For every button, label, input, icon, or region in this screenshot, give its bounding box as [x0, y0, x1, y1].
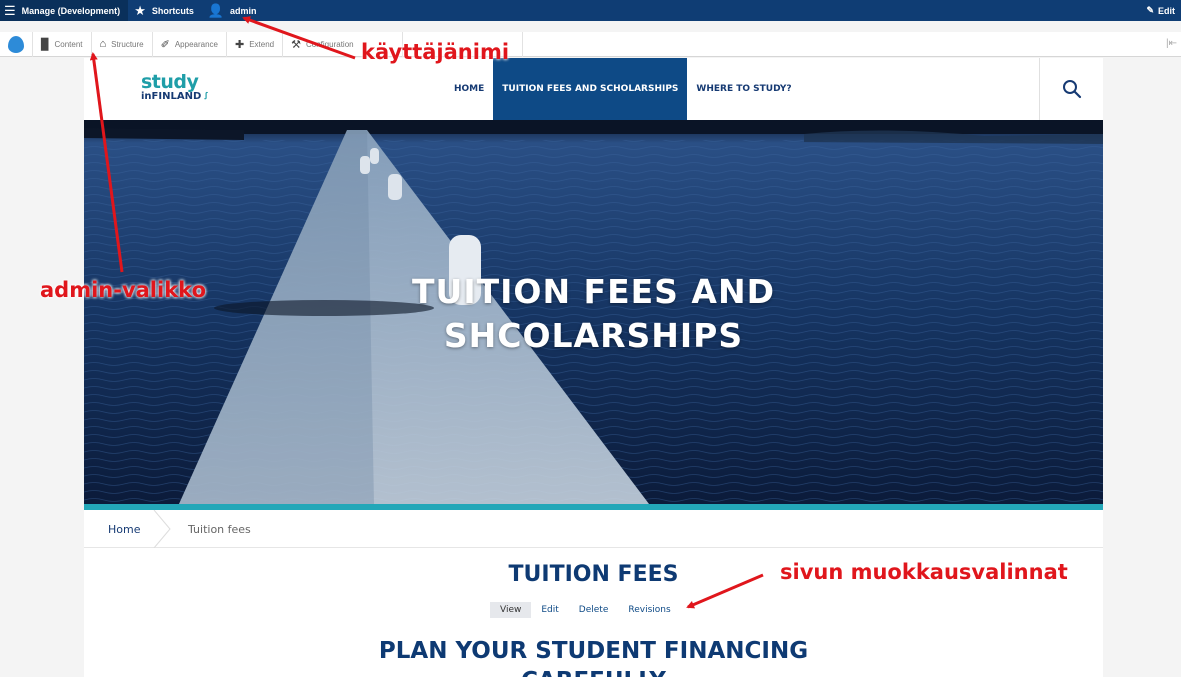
tray-item-label: Content	[54, 39, 83, 49]
edit-toggle-button[interactable]: ✎ Edit	[1146, 0, 1175, 21]
nav-item-where-to-study[interactable]: WHERE TO STUDY?	[687, 58, 800, 120]
site-header: study inFINLAND ꭍ HOME TUITION FEES AND …	[84, 58, 1103, 120]
breadcrumb-separator-icon	[153, 510, 171, 548]
breadcrumb-home[interactable]: Home	[108, 523, 140, 536]
breadcrumb-current: Tuition fees	[188, 523, 251, 536]
nav-item-tuition-fees[interactable]: TUITION FEES AND SCHOLARSHIPS	[493, 58, 688, 120]
manage-menu-button[interactable]: ☰ Manage (Development)	[0, 0, 129, 21]
tray-item-label: Appearance	[174, 39, 218, 49]
tab-revisions[interactable]: Revisions	[618, 602, 680, 618]
user-icon: 👤	[207, 3, 225, 18]
hero-banner: TUITION FEES AND SHCOLARSHIPS	[84, 120, 1103, 504]
tray-item-label: Configuration	[306, 39, 354, 49]
pencil-icon: ✎	[1146, 5, 1154, 15]
hamburger-icon: ☰	[4, 3, 16, 18]
annotation-admin-menu: admin-valikko	[40, 278, 207, 302]
drupal-drop-icon	[8, 35, 24, 53]
search-icon	[1062, 80, 1081, 99]
section-title: PLAN YOUR STUDENT FINANCING	[378, 638, 809, 664]
hero-title-line2: SHCOLARSHIPS	[443, 316, 744, 355]
tray-item-structure[interactable]: ⌂ Structure	[92, 31, 153, 57]
tab-view[interactable]: View	[490, 602, 532, 618]
tray-item-label: Extend	[249, 39, 275, 49]
manage-label: Manage (Development)	[21, 5, 121, 16]
tray-item-extend[interactable]: ✚ Extend	[227, 31, 284, 57]
hero-title-line1: TUITION FEES AND	[412, 272, 775, 311]
tray-item-appearance[interactable]: ✐ Appearance	[153, 31, 227, 57]
edit-label: Edit	[1158, 5, 1175, 16]
hero-title: TUITION FEES AND SHCOLARSHIPS	[84, 270, 1103, 358]
main-nav: HOME TUITION FEES AND SCHOLARSHIPS WHERE…	[445, 58, 801, 120]
shortcuts-label: Shortcuts	[151, 5, 194, 16]
logo-line2: inFINLAND ꭍ	[141, 91, 208, 103]
tab-edit[interactable]: Edit	[531, 602, 568, 618]
logo-line1: study	[141, 71, 199, 93]
breadcrumb: Home Tuition fees	[84, 510, 1103, 548]
screenshot-root: ☰ Manage (Development) ★ Shortcuts 👤 adm…	[0, 0, 1181, 677]
paintbrush-icon: ✐	[160, 38, 170, 51]
tab-delete[interactable]: Delete	[569, 602, 619, 618]
annotation-page-edit-options: sivun muokkausvalinnat	[780, 560, 1068, 584]
star-icon: ★	[134, 3, 146, 18]
shortcuts-button[interactable]: ★ Shortcuts	[128, 0, 202, 21]
user-label: admin	[230, 5, 257, 16]
wrench-icon: ⚒	[291, 38, 301, 51]
logo-swirl-icon: ꭍ	[201, 92, 208, 102]
drupal-logo-button[interactable]	[0, 31, 33, 57]
section-title-line2: CAREFULLY	[84, 666, 1103, 677]
tray-item-content[interactable]: ▉ Content	[33, 31, 92, 57]
sitemap-icon: ⌂	[99, 38, 107, 50]
tray-item-label: Structure	[111, 39, 144, 49]
local-tasks-tabs: View Edit Delete Revisions	[490, 602, 681, 618]
site-logo[interactable]: study inFINLAND ꭍ	[141, 71, 208, 103]
tray-collapse-icon[interactable]: |⇤	[1166, 38, 1177, 49]
user-menu-button[interactable]: 👤 admin	[202, 0, 265, 21]
annotation-username: käyttäjänimi	[361, 40, 510, 64]
nav-item-home[interactable]: HOME	[445, 58, 493, 120]
admin-tray: ▉ Content ⌂ Structure ✐ Appearance ✚ Ext…	[0, 31, 1181, 57]
puzzle-icon: ✚	[235, 38, 245, 51]
logo-finland-text: inFINLAND	[141, 91, 202, 102]
admin-toolbar: ☰ Manage (Development) ★ Shortcuts 👤 adm…	[0, 0, 1181, 21]
file-icon: ▉	[41, 38, 50, 51]
search-button[interactable]	[1039, 58, 1103, 120]
